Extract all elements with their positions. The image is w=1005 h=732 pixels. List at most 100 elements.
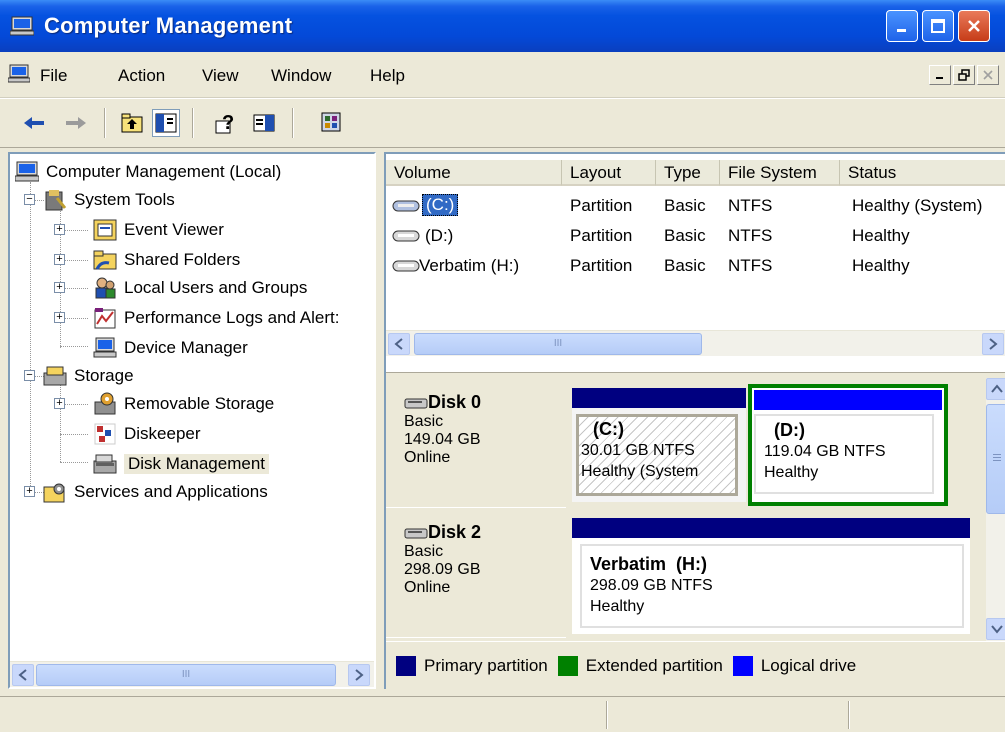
expand-toggle[interactable]: +	[54, 312, 65, 323]
disk-2-label[interactable]: Disk 2 Basic 298.09 GB Online	[386, 510, 566, 638]
partition-status: Healthy	[764, 464, 819, 481]
partition-c[interactable]: (C:) 30.01 GB NTFS Healthy (System	[572, 388, 746, 502]
disk-0-label[interactable]: Disk 0 Basic 149.04 GB Online	[386, 378, 566, 508]
title-bar[interactable]: Computer Management	[0, 0, 1005, 52]
volume-layout: Partition	[570, 196, 633, 215]
tree-item-device-manager[interactable]: Device Manager	[92, 334, 248, 362]
tree-item-disk-management[interactable]: Disk Management	[92, 450, 270, 478]
grip-icon	[992, 454, 1001, 461]
tree-item-services-applications[interactable]: Services and Applications	[42, 478, 268, 506]
minimize-button[interactable]	[886, 10, 918, 42]
maximize-button[interactable]	[922, 10, 954, 42]
logical-drive-bar	[754, 390, 942, 410]
tree-label: Diskeeper	[124, 424, 201, 443]
toolbar-separator	[292, 108, 294, 138]
scroll-thumb[interactable]	[986, 404, 1005, 514]
volume-file-system: NTFS	[728, 226, 773, 245]
tree-item-system-tools[interactable]: System Tools	[42, 186, 175, 214]
collapse-toggle[interactable]: −	[24, 194, 35, 205]
partition-d[interactable]: (D:) 119.04 GB NTFS Healthy	[748, 384, 948, 506]
expand-toggle[interactable]: +	[54, 398, 65, 409]
scroll-left-button[interactable]	[388, 333, 410, 355]
volume-list-horizontal-scrollbar[interactable]: III	[386, 330, 1005, 356]
mdi-minimize-button[interactable]	[929, 65, 951, 85]
tree-item-storage[interactable]: Storage	[42, 362, 134, 390]
tree-item-event-viewer[interactable]: Event Viewer	[92, 216, 224, 244]
tree-horizontal-scrollbar[interactable]: III	[10, 661, 374, 687]
chevron-left-icon	[394, 338, 403, 350]
console-tree: Computer Management (Local) − System Too…	[8, 152, 376, 689]
scroll-thumb[interactable]: III	[414, 333, 702, 355]
disk-management-icon	[92, 452, 118, 476]
menu-view[interactable]: View	[202, 66, 239, 86]
menu-window[interactable]: Window	[271, 66, 331, 86]
tree-item-shared-folders[interactable]: Shared Folders	[92, 246, 240, 274]
partition-h[interactable]: Verbatim (H:) 298.09 GB NTFS Healthy	[572, 518, 970, 634]
volume-file-system: NTFS	[728, 196, 773, 215]
expand-toggle[interactable]: +	[54, 282, 65, 293]
partition-size: 30.01 GB NTFS	[581, 442, 695, 459]
mdi-restore-button[interactable]	[953, 65, 975, 85]
tree-item-diskeeper[interactable]: Diskeeper	[92, 420, 201, 448]
expand-toggle[interactable]: +	[54, 254, 65, 265]
close-icon	[983, 70, 993, 80]
volume-name: (D:)	[425, 226, 454, 245]
forward-arrow-icon	[66, 117, 86, 129]
disk-view-vertical-scrollbar[interactable]	[986, 378, 1005, 641]
column-header-type[interactable]: Type	[656, 160, 720, 186]
disk-state: Online	[404, 579, 451, 596]
disk-size: 298.09 GB	[404, 561, 481, 578]
up-one-level-button[interactable]	[118, 109, 146, 137]
chevron-up-icon	[991, 384, 1003, 393]
users-icon	[92, 276, 118, 300]
computer-icon	[14, 160, 40, 184]
scroll-left-button[interactable]	[12, 664, 34, 686]
tree-item-computer-management[interactable]: Computer Management (Local)	[14, 158, 281, 186]
drive-icon	[392, 228, 420, 248]
scroll-up-button[interactable]	[986, 378, 1005, 400]
expand-toggle[interactable]: +	[24, 486, 35, 497]
primary-partition-swatch	[396, 655, 416, 676]
show-hide-tree-button[interactable]	[152, 109, 180, 137]
menu-help[interactable]: Help	[370, 66, 405, 86]
volume-type: Basic	[664, 256, 706, 275]
logical-drive-swatch	[732, 655, 753, 676]
close-button[interactable]	[958, 10, 990, 42]
diskeeper-icon	[92, 422, 118, 446]
removable-storage-icon	[92, 392, 118, 416]
back-button[interactable]	[20, 109, 48, 137]
maximize-icon	[931, 19, 945, 33]
column-header-file-system[interactable]: File System	[720, 160, 840, 186]
partition-status: Healthy (System	[581, 463, 699, 480]
disk-name: Disk 2	[404, 522, 566, 543]
disk-icon	[404, 528, 428, 538]
console-icon[interactable]	[7, 64, 31, 84]
menu-action[interactable]: Action	[118, 66, 165, 86]
tree-item-removable-storage[interactable]: Removable Storage	[92, 390, 274, 418]
help-button[interactable]: ?	[212, 109, 240, 137]
tree-item-performance-logs[interactable]: Performance Logs and Alert:	[92, 304, 339, 332]
tree-label: Performance Logs and Alert:	[124, 308, 340, 327]
column-header-volume[interactable]: Volume	[386, 160, 562, 186]
tree-item-local-users-groups[interactable]: Local Users and Groups	[92, 274, 307, 302]
tree-connector	[60, 462, 88, 463]
column-header-layout[interactable]: Layout	[562, 160, 656, 186]
scroll-thumb[interactable]: III	[36, 664, 336, 686]
forward-button[interactable]	[62, 109, 90, 137]
volume-status: Healthy	[852, 256, 910, 275]
volume-file-system: NTFS	[728, 256, 773, 275]
menu-file[interactable]: File	[40, 66, 67, 86]
disk-state: Online	[404, 449, 451, 466]
volume-type: Basic	[664, 226, 706, 245]
partition-status: Healthy	[590, 598, 645, 615]
scroll-right-button[interactable]	[982, 333, 1004, 355]
column-header-status[interactable]: Status	[840, 160, 1005, 186]
collapse-toggle[interactable]: −	[24, 370, 35, 381]
disk-size: 149.04 GB	[404, 431, 481, 448]
scroll-right-button[interactable]	[348, 664, 370, 686]
action-pane-button[interactable]	[250, 109, 278, 137]
expand-toggle[interactable]: +	[54, 224, 65, 235]
properties-button[interactable]	[318, 109, 346, 137]
scroll-down-button[interactable]	[986, 618, 1005, 640]
mdi-close-button[interactable]	[977, 65, 999, 85]
